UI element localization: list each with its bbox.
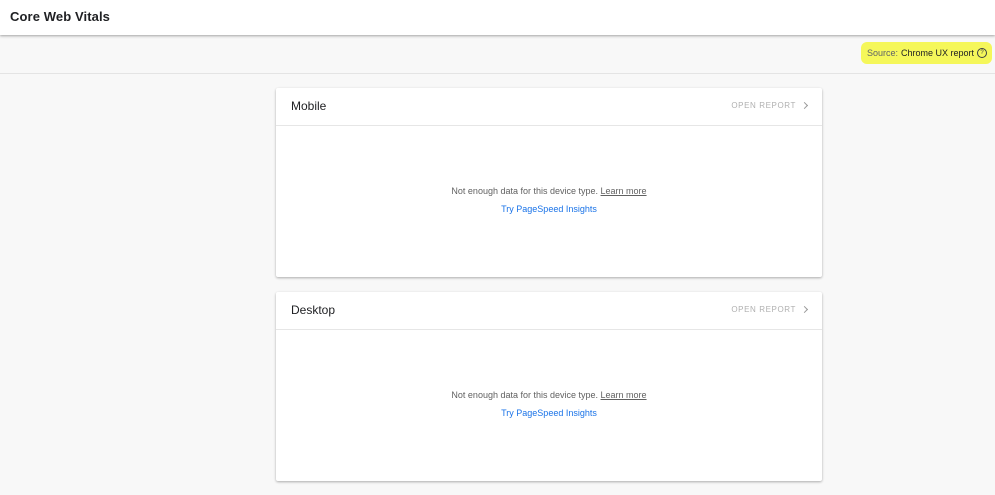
help-circle-icon[interactable]: ? (977, 48, 987, 58)
learn-more-link[interactable]: Learn more (601, 186, 647, 196)
card-header: Desktop OPEN REPORT (276, 292, 822, 330)
pagespeed-insights-link[interactable]: Try PageSpeed Insights (276, 408, 822, 418)
pagespeed-insights-link[interactable]: Try PageSpeed Insights (276, 204, 822, 214)
card-body: Not enough data for this device type. Le… (276, 389, 822, 418)
source-label: Source: (866, 48, 898, 58)
page-title: Core Web Vitals (10, 9, 110, 24)
chevron-right-icon (800, 305, 809, 314)
card-title-mobile: Mobile (291, 99, 327, 113)
card-header: Mobile OPEN REPORT (276, 88, 822, 126)
no-data-message: Not enough data for this device type. Le… (276, 389, 822, 401)
no-data-text: Not enough data for this device type. (451, 186, 599, 196)
top-app-bar: Core Web Vitals (0, 0, 995, 35)
chevron-right-icon (800, 101, 809, 110)
open-report-label: OPEN REPORT (731, 305, 796, 314)
chrome-ux-report-link[interactable]: Chrome UX report (901, 48, 974, 58)
learn-more-link[interactable]: Learn more (601, 390, 647, 400)
card-body: Not enough data for this device type. Le… (276, 185, 822, 214)
source-bar: Source: Chrome UX report ? (0, 37, 995, 74)
source-highlight: Source: Chrome UX report ? (860, 42, 992, 64)
open-report-button-mobile[interactable]: OPEN REPORT (731, 101, 809, 110)
desktop-card: Desktop OPEN REPORT Not enough data for … (276, 292, 822, 481)
open-report-button-desktop[interactable]: OPEN REPORT (731, 305, 809, 314)
mobile-card: Mobile OPEN REPORT Not enough data for t… (276, 88, 822, 277)
open-report-label: OPEN REPORT (731, 101, 796, 110)
no-data-text: Not enough data for this device type. (451, 390, 599, 400)
card-title-desktop: Desktop (291, 303, 336, 317)
no-data-message: Not enough data for this device type. Le… (276, 185, 822, 197)
